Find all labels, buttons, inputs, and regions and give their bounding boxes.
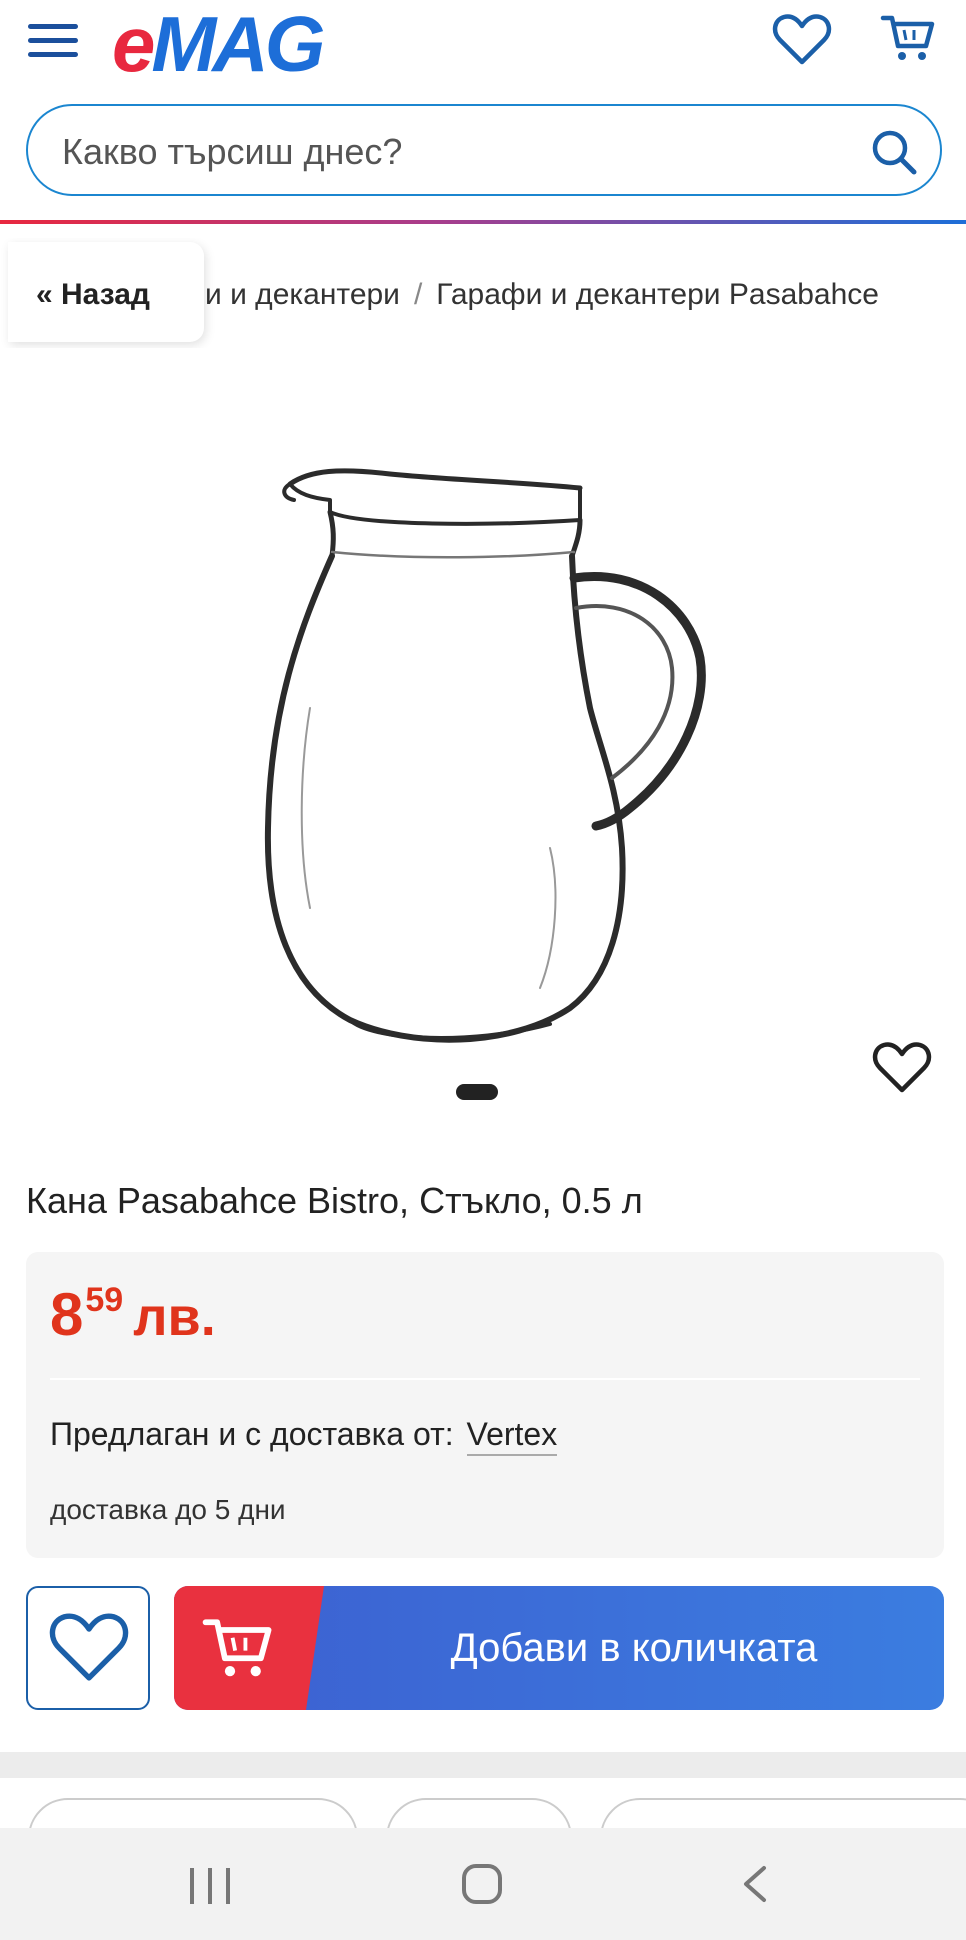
heart-icon[interactable] — [772, 12, 832, 68]
heart-icon — [49, 1613, 129, 1681]
recent-apps-icon[interactable] — [190, 1868, 234, 1904]
divider — [50, 1378, 920, 1380]
cart-icon — [202, 1619, 272, 1677]
add-to-cart-button[interactable]: Добави в количката — [174, 1586, 944, 1710]
breadcrumb-separator: / — [413, 278, 423, 311]
app-header: eMAG — [0, 0, 966, 92]
chip[interactable] — [28, 1798, 358, 1828]
price-currency: лв. — [133, 1287, 216, 1347]
search-icon[interactable] — [868, 126, 920, 178]
price-card: 859 лв. Предлаган и с доставка от: Vertex… — [26, 1252, 944, 1558]
gallery-pagination-dot[interactable] — [456, 1084, 498, 1100]
chip[interactable] — [386, 1798, 572, 1828]
product-gallery[interactable] — [0, 420, 966, 1100]
seller-info: Предлаган и с доставка от: Vertex — [50, 1416, 558, 1456]
breadcrumb-item[interactable]: Гарафи и декантери Pasabahce — [436, 278, 879, 311]
back-icon[interactable] — [738, 1864, 772, 1904]
search-input[interactable] — [62, 128, 862, 176]
seller-link[interactable]: Vertex — [466, 1416, 558, 1456]
product-image[interactable] — [250, 448, 730, 1088]
home-icon[interactable] — [462, 1864, 502, 1904]
breadcrumb-trail: и и декантери / Гарафи и декантери Pasabah… — [205, 278, 879, 312]
product-title: Кана Pasabahce Bistro, Стъкло, 0.5 л — [26, 1180, 643, 1221]
cart-icon[interactable] — [880, 10, 938, 66]
delivery-estimate: доставка до 5 дни — [50, 1494, 286, 1525]
search-bar — [26, 104, 942, 196]
back-button-label: « Назад — [36, 278, 150, 311]
product-price: 859 лв. — [50, 1280, 216, 1349]
seller-label: Предлаган и с доставка от: — [50, 1416, 454, 1452]
breadcrumb-item[interactable]: и и декантери — [205, 278, 400, 311]
add-to-favorites-button[interactable] — [26, 1586, 150, 1710]
add-to-cart-label: Добави в количката — [450, 1626, 818, 1670]
back-button[interactable]: « Назад — [8, 242, 204, 342]
chips-row — [0, 1778, 966, 1828]
system-navigation-bar — [0, 1828, 966, 1940]
cart-button-icon-area — [174, 1586, 324, 1710]
emag-logo[interactable]: eMAG — [112, 2, 325, 86]
section-divider — [0, 1752, 966, 1778]
price-decimal: 59 — [85, 1281, 124, 1319]
chip[interactable] — [600, 1798, 966, 1828]
hamburger-icon[interactable] — [28, 24, 78, 64]
brand-gradient-divider — [0, 220, 966, 224]
price-integer: 8 — [50, 1281, 84, 1348]
breadcrumb: и и декантери / Гарафи и декантери Pasabah… — [0, 238, 966, 348]
heart-icon[interactable] — [872, 1040, 932, 1096]
